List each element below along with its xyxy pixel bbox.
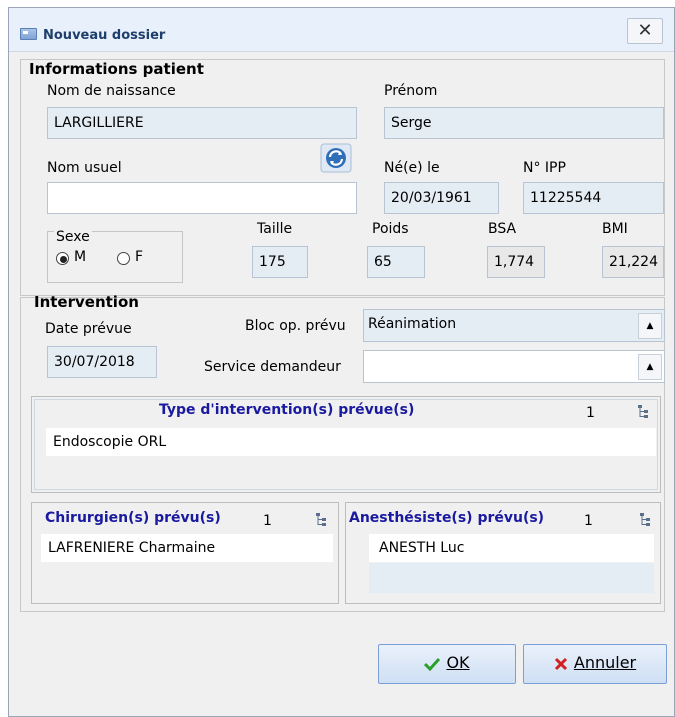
refresh-button[interactable] bbox=[320, 143, 352, 173]
ok-label: OK bbox=[446, 653, 470, 672]
window-title: Nouveau dossier bbox=[43, 28, 166, 43]
patient-section-title: Informations patient bbox=[29, 60, 204, 78]
anesth-item[interactable]: ANESTH Luc bbox=[369, 534, 654, 562]
nom-naissance-field[interactable]: LARGILLIERE bbox=[47, 107, 357, 139]
prenom-field[interactable]: Serge bbox=[384, 107, 664, 139]
service-label: Service demandeur bbox=[204, 359, 341, 375]
nom-naissance-label: Nom de naissance bbox=[47, 83, 176, 99]
bloc-label: Bloc op. prévu bbox=[245, 318, 346, 334]
close-icon bbox=[554, 657, 567, 670]
service-combo[interactable]: ▲ bbox=[363, 350, 665, 383]
type-intervention-item[interactable]: Endoscopie ORL bbox=[46, 428, 656, 456]
cancel-button[interactable]: Annuler bbox=[523, 644, 667, 684]
refresh-icon bbox=[320, 143, 352, 173]
intervention-section-title: Intervention bbox=[34, 293, 139, 311]
tree-icon[interactable] bbox=[637, 404, 651, 418]
chirurgien-count: 1 bbox=[263, 513, 272, 529]
anesth-title: Anesthésiste(s) prévu(s) bbox=[349, 510, 545, 526]
chirurgien-title: Chirurgien(s) prévu(s) bbox=[45, 510, 221, 526]
sexe-f-radio[interactable] bbox=[117, 252, 130, 265]
sexe-f-label[interactable]: F bbox=[135, 249, 143, 265]
bmi-field: 21,224 bbox=[602, 246, 664, 278]
chevron-down-icon[interactable]: ▲ bbox=[638, 354, 662, 380]
ipp-label: N° IPP bbox=[523, 160, 566, 176]
poids-label: Poids bbox=[372, 221, 409, 237]
bloc-combo[interactable]: Réanimation ▲ bbox=[363, 309, 665, 342]
date-prevue-label: Date prévue bbox=[45, 321, 132, 337]
taille-label: Taille bbox=[257, 221, 293, 237]
sexe-m-label[interactable]: M bbox=[74, 249, 86, 265]
chevron-down-icon[interactable]: ▲ bbox=[638, 313, 662, 339]
window-icon bbox=[20, 28, 37, 40]
type-intervention-title: Type d'intervention(s) prévue(s) bbox=[159, 402, 415, 418]
ok-button[interactable]: OK bbox=[378, 644, 516, 684]
taille-field[interactable]: 175 bbox=[252, 246, 308, 278]
bmi-label: BMI bbox=[602, 221, 628, 237]
type-intervention-count: 1 bbox=[586, 405, 595, 421]
poids-field[interactable]: 65 bbox=[367, 246, 425, 278]
bsa-field: 1,774 bbox=[487, 246, 545, 278]
nom-usuel-field[interactable] bbox=[47, 182, 357, 214]
dialog-window: Nouveau dossier ✕ Informations patient N… bbox=[8, 7, 675, 717]
check-icon bbox=[424, 657, 441, 671]
chirurgien-item[interactable]: LAFRENIERE Charmaine bbox=[41, 534, 333, 562]
ne-le-field[interactable]: 20/03/1961 bbox=[384, 182, 499, 214]
ipp-field[interactable]: 11225544 bbox=[523, 182, 664, 214]
sexe-label: Sexe bbox=[54, 229, 92, 245]
prenom-label: Prénom bbox=[384, 83, 438, 99]
close-button[interactable]: ✕ bbox=[627, 18, 663, 44]
tree-icon[interactable] bbox=[315, 512, 329, 526]
title-bar: Nouveau dossier ✕ bbox=[9, 8, 674, 52]
tree-icon[interactable] bbox=[639, 512, 653, 526]
nom-usuel-label: Nom usuel bbox=[47, 160, 122, 176]
bsa-label: BSA bbox=[488, 221, 517, 237]
cancel-label: Annuler bbox=[573, 653, 637, 672]
anesth-selection-row[interactable] bbox=[369, 563, 654, 593]
anesth-count: 1 bbox=[584, 513, 593, 529]
ne-le-label: Né(e) le bbox=[384, 160, 440, 176]
date-prevue-field[interactable]: 30/07/2018 bbox=[47, 346, 157, 378]
sexe-m-radio[interactable] bbox=[56, 252, 69, 265]
bloc-value: Réanimation bbox=[368, 316, 457, 332]
